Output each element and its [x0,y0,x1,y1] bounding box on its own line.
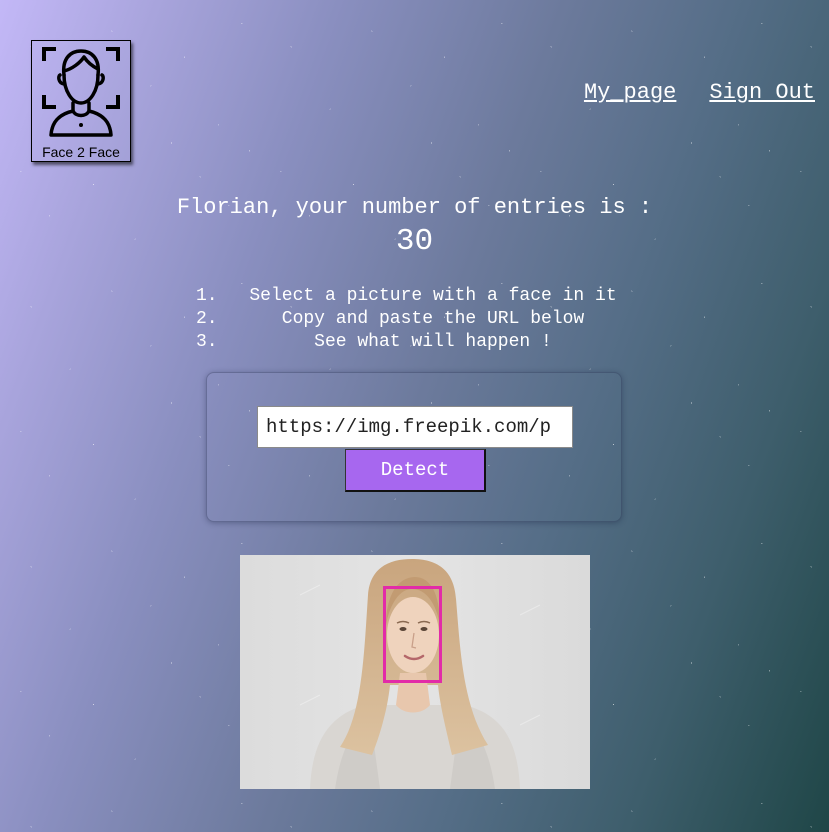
image-url-input[interactable] [257,406,573,448]
instructions-list: 1. Select a picture with a face in it 2.… [196,285,638,354]
face-scan-icon [42,47,120,137]
url-form-card: Detect [206,372,622,522]
top-nav: My_page Sign Out [584,80,815,105]
instruction-item: 3. See what will happen ! [196,331,638,354]
detect-button[interactable]: Detect [345,449,486,492]
sign-out-link[interactable]: Sign Out [709,80,815,105]
result-image [240,555,590,789]
instruction-text: Copy and paste the URL below [281,309,585,329]
instruction-item: 2. Copy and paste the URL below [196,308,638,331]
app-logo[interactable]: Face 2 Face [31,40,131,162]
instruction-number: 3. [196,332,218,352]
my-page-link[interactable]: My_page [584,80,676,105]
logo-label: Face 2 Face [42,144,120,160]
face-detection-box [383,586,442,683]
entries-count: 30 [395,224,434,259]
instruction-number: 1. [196,286,218,306]
greeting-text: Florian, your number of entries is : [176,195,653,220]
instruction-text: Select a picture with a face in it [249,286,617,306]
instruction-number: 2. [196,309,218,329]
instruction-text: See what will happen ! [314,332,552,352]
instruction-item: 1. Select a picture with a face in it [196,285,638,308]
